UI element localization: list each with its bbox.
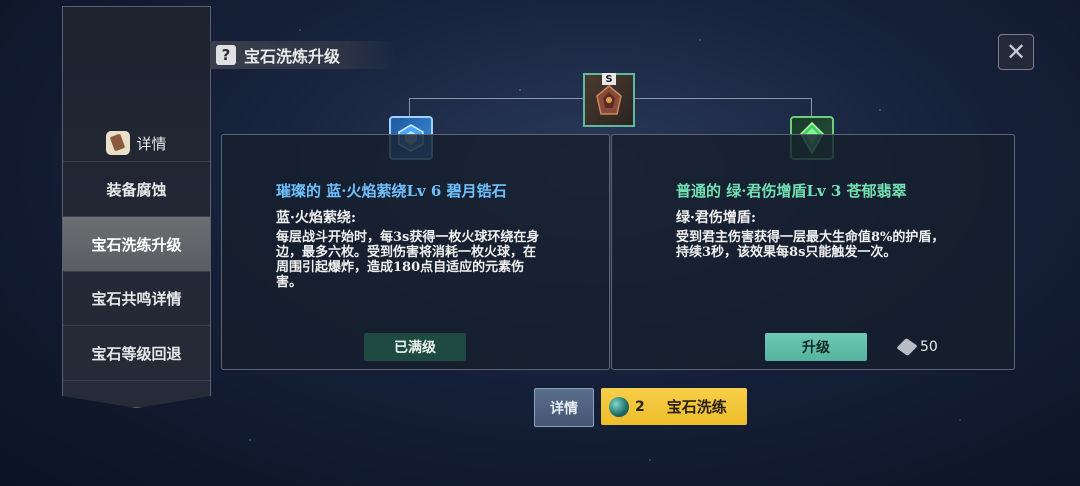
scroll-icon: [106, 131, 131, 155]
upgrade-cost: 50: [896, 337, 938, 357]
refine-stone-icon: [609, 396, 629, 417]
material-icon: [896, 337, 918, 357]
refine-button-label: 宝石洗练: [666, 398, 727, 416]
side-item-label: 宝石等级回退: [91, 344, 182, 363]
connector-line: [811, 98, 812, 116]
maxed-level-button[interactable]: 已满级: [364, 333, 466, 361]
side-item-label: 宝石洗练升级: [91, 235, 182, 254]
page-title: 宝石洗炼升级: [244, 47, 341, 66]
effect-name: 绿·君伤增盾:: [676, 210, 757, 226]
help-icon[interactable]: ?: [216, 45, 236, 65]
page-title-bar: ? 宝石洗炼升级: [210, 41, 396, 69]
side-menu-header[interactable]: 详情: [63, 125, 210, 161]
effect-description: 受到君主伤害获得一层最大生命值8%的护盾，持续3秒，该效果每8s只能触发一次。: [676, 230, 945, 260]
side-menu: 详情 装备腐蚀 宝石洗练升级 宝石共鸣详情 宝石等级回退: [62, 6, 211, 408]
equipped-item-slot[interactable]: S: [583, 73, 635, 127]
side-item-label: 装备腐蚀: [106, 180, 167, 199]
side-item-gem-level-rollback[interactable]: 宝石等级回退: [63, 326, 210, 381]
side-item-label: 宝石共鸣详情: [91, 289, 182, 308]
side-item-gem-refine-upgrade[interactable]: 宝石洗练升级: [63, 217, 210, 272]
current-gem-panel: 璀璨的 蓝·火焰萦绕Lv 6 碧月锆石 蓝·火焰萦绕: 每层战斗开始时，每3s获…: [221, 134, 610, 370]
gem-name: 璀璨的 蓝·火焰萦绕Lv 6 碧月锆石: [276, 182, 507, 200]
details-button[interactable]: 详情: [534, 388, 594, 427]
effect-description: 每层战斗开始时，每3s获得一枚火球环绕在身边，最多六枚。受到伤害将消耗一枚火球，…: [276, 230, 540, 290]
effect-name: 蓝·火焰萦绕:: [276, 210, 357, 226]
close-button[interactable]: ✕: [998, 34, 1034, 70]
refine-stone-count: 2: [635, 398, 645, 415]
connector-line: [409, 98, 410, 116]
target-gem-panel: 普通的 绿·君伤增盾Lv 3 苍郁翡翠 绿·君伤增盾: 受到君主伤害获得一层最大…: [611, 134, 1015, 370]
cost-value: 50: [920, 339, 938, 355]
upgrade-button[interactable]: 升级: [765, 333, 867, 361]
side-menu-header-label: 详情: [136, 134, 167, 153]
side-item-gem-resonance[interactable]: 宝石共鸣详情: [63, 271, 210, 326]
side-item-equipment-corrosion[interactable]: 装备腐蚀: [63, 161, 210, 217]
gem-refine-button[interactable]: 2 宝石洗练: [601, 388, 747, 425]
grade-badge: S: [602, 73, 616, 85]
dragon-gem-icon: [596, 85, 622, 115]
close-icon: ✕: [1005, 38, 1027, 66]
gem-name: 普通的 绿·君伤增盾Lv 3 苍郁翡翠: [676, 182, 907, 200]
